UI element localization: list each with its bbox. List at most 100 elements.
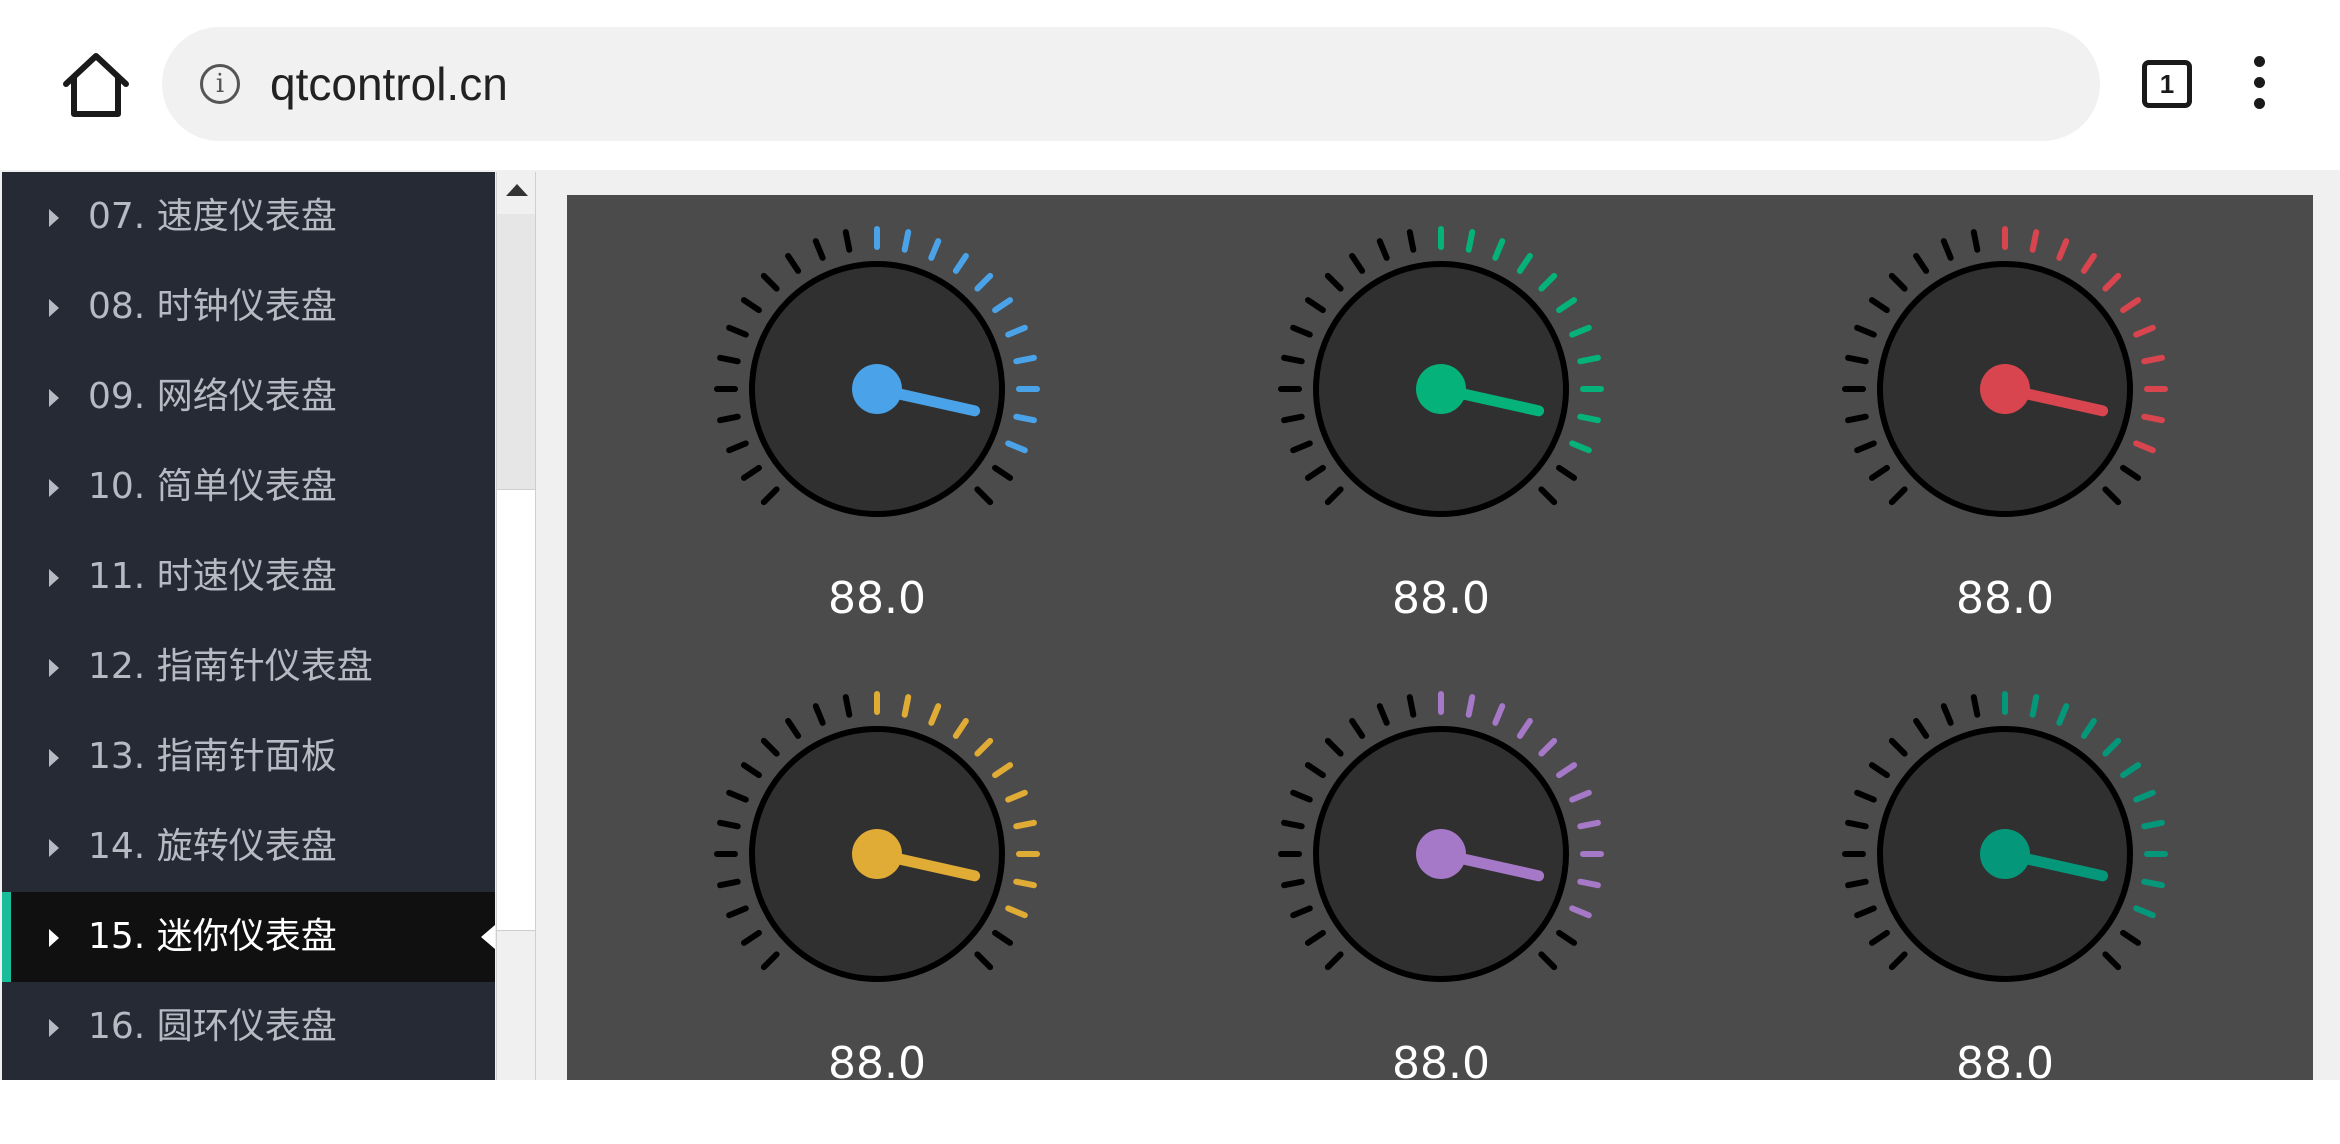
sidebar-item[interactable]: 07. 速度仪表盘 (2, 172, 495, 262)
gauge-tick (974, 272, 994, 292)
sidebar-item[interactable]: 08. 时钟仪表盘 (2, 262, 495, 352)
gauge-tick (1538, 737, 1558, 757)
scroll-track[interactable] (497, 214, 535, 490)
gauge-tick (1013, 354, 1037, 365)
sidebar-item-label: 10. 简单仪表盘 (88, 466, 337, 507)
mini-gauge: 88.0 (1271, 219, 1611, 679)
sidebar-nav: 07. 速度仪表盘 08. 时钟仪表盘 09. 网络仪表盘 10. 简单仪表盘 11. … (2, 172, 495, 1080)
gauge-tick (1940, 238, 1954, 261)
more-menu-icon[interactable] (2246, 56, 2272, 114)
gauge-tick (842, 694, 853, 718)
sidebar-item[interactable]: 13. 指南针面板 (2, 712, 495, 802)
gauge-tick (812, 238, 826, 261)
gauge-tick (1940, 703, 1954, 726)
gauge-tick (1970, 694, 1981, 718)
gauge-tick (740, 297, 762, 314)
gauge-tick (1888, 737, 1908, 757)
tab-switcher-button[interactable]: 1 (2142, 60, 2192, 108)
gauge-tick (1868, 929, 1890, 946)
sidebar-item[interactable]: 10. 简单仪表盘 (2, 442, 495, 532)
gauge-tick (1324, 486, 1344, 506)
sidebar-item[interactable]: 09. 网络仪表盘 (2, 352, 495, 442)
gauge-tick (1868, 297, 1890, 314)
browser-toolbar: i qtcontrol.cn 1 (0, 0, 2340, 170)
address-bar[interactable]: i qtcontrol.cn (162, 27, 2100, 141)
gauge-tick (760, 486, 780, 506)
gauge-tick (1465, 229, 1476, 253)
sidebar-item[interactable]: 16. 圆环仪表盘 (2, 982, 495, 1072)
gauge-tick (1281, 878, 1305, 889)
sidebar-item-label: 16. 圆环仪表盘 (88, 1006, 337, 1047)
expand-arrow-icon (49, 209, 59, 227)
gauge-tick (1304, 464, 1326, 481)
gauge-tick (1913, 252, 1930, 274)
home-icon[interactable] (58, 50, 134, 120)
gauge-tick (2133, 440, 2156, 454)
gauge-tick (1854, 324, 1877, 338)
mini-gauge: 88.0 (1271, 684, 1611, 1144)
gauge-panel: 88.0 88.0 88.0 88.0 88.0 88.0 (567, 195, 2313, 1089)
gauge-dial (1278, 691, 1604, 982)
gauge-tick (2133, 905, 2156, 919)
gauge-tick (928, 238, 942, 261)
sidebar-item-label: 11. 时速仪表盘 (88, 556, 337, 597)
gauge-tick (2102, 951, 2122, 971)
gauge-tick (1290, 440, 1313, 454)
sidebar-item[interactable]: 15. 迷你仪表盘 (2, 892, 495, 982)
gauge-tick (974, 737, 994, 757)
scroll-up-arrow-icon[interactable] (497, 172, 535, 212)
gauge-tick (760, 272, 780, 292)
sidebar-item-label: 13. 指南针面板 (88, 736, 337, 777)
gauge-tick (760, 737, 780, 757)
gauge-tick (2120, 929, 2142, 946)
gauge-dial (714, 691, 1040, 982)
url-text[interactable]: qtcontrol.cn (270, 57, 508, 111)
gauge-tick (1324, 951, 1344, 971)
gauge-tick (1845, 878, 1869, 889)
gauge-tick (2141, 878, 2165, 889)
gauge-tick (812, 703, 826, 726)
gauge-tick (992, 929, 1014, 946)
gauge-tick (2102, 272, 2122, 292)
gauge-tick (1970, 229, 1981, 253)
gauge-tick (1290, 324, 1313, 338)
sidebar-item-label: 07. 速度仪表盘 (88, 196, 337, 237)
gauge-tick (1406, 229, 1417, 253)
sidebar-scrollbar[interactable] (496, 172, 536, 1080)
gauge-tick (2056, 703, 2070, 726)
gauge-tick (1868, 762, 1890, 779)
gauge-tick (1854, 905, 1877, 919)
gauge-tick (760, 951, 780, 971)
scroll-thumb[interactable] (497, 490, 535, 931)
gauge-tick (2080, 252, 2097, 274)
gauge-tick (1556, 929, 1578, 946)
gauge-tick (1556, 762, 1578, 779)
gauge-tick (952, 252, 969, 274)
gauge-tick (2029, 694, 2040, 718)
gauge-tick (1556, 464, 1578, 481)
gauge-tick (1854, 789, 1877, 803)
gauge-tick (1281, 413, 1305, 424)
gauge-tick (1290, 905, 1313, 919)
gauge-tick (901, 694, 912, 718)
gauge-tick (1845, 819, 1869, 830)
gauge-tick (2120, 297, 2142, 314)
gauge-tick (1281, 354, 1305, 365)
gauge-tick (1281, 819, 1305, 830)
gauge-tick (2120, 464, 2142, 481)
gauge-tick (785, 252, 802, 274)
gauge-tick (2080, 717, 2097, 739)
gauge-tick (717, 413, 741, 424)
gauge-dial (714, 226, 1040, 517)
info-icon[interactable]: i (200, 64, 240, 104)
sidebar-item[interactable]: 14. 旋转仪表盘 (2, 802, 495, 892)
gauge-tick (1556, 297, 1578, 314)
gauge-hub (1416, 829, 1466, 879)
gauge-hub (852, 364, 902, 414)
gauge-dial (1842, 226, 2168, 517)
gauge-tick (1845, 354, 1869, 365)
sidebar-item[interactable]: 12. 指南针仪表盘 (2, 622, 495, 712)
gauge-hub (1980, 829, 2030, 879)
expand-arrow-icon (49, 659, 59, 677)
sidebar-item[interactable]: 11. 时速仪表盘 (2, 532, 495, 622)
